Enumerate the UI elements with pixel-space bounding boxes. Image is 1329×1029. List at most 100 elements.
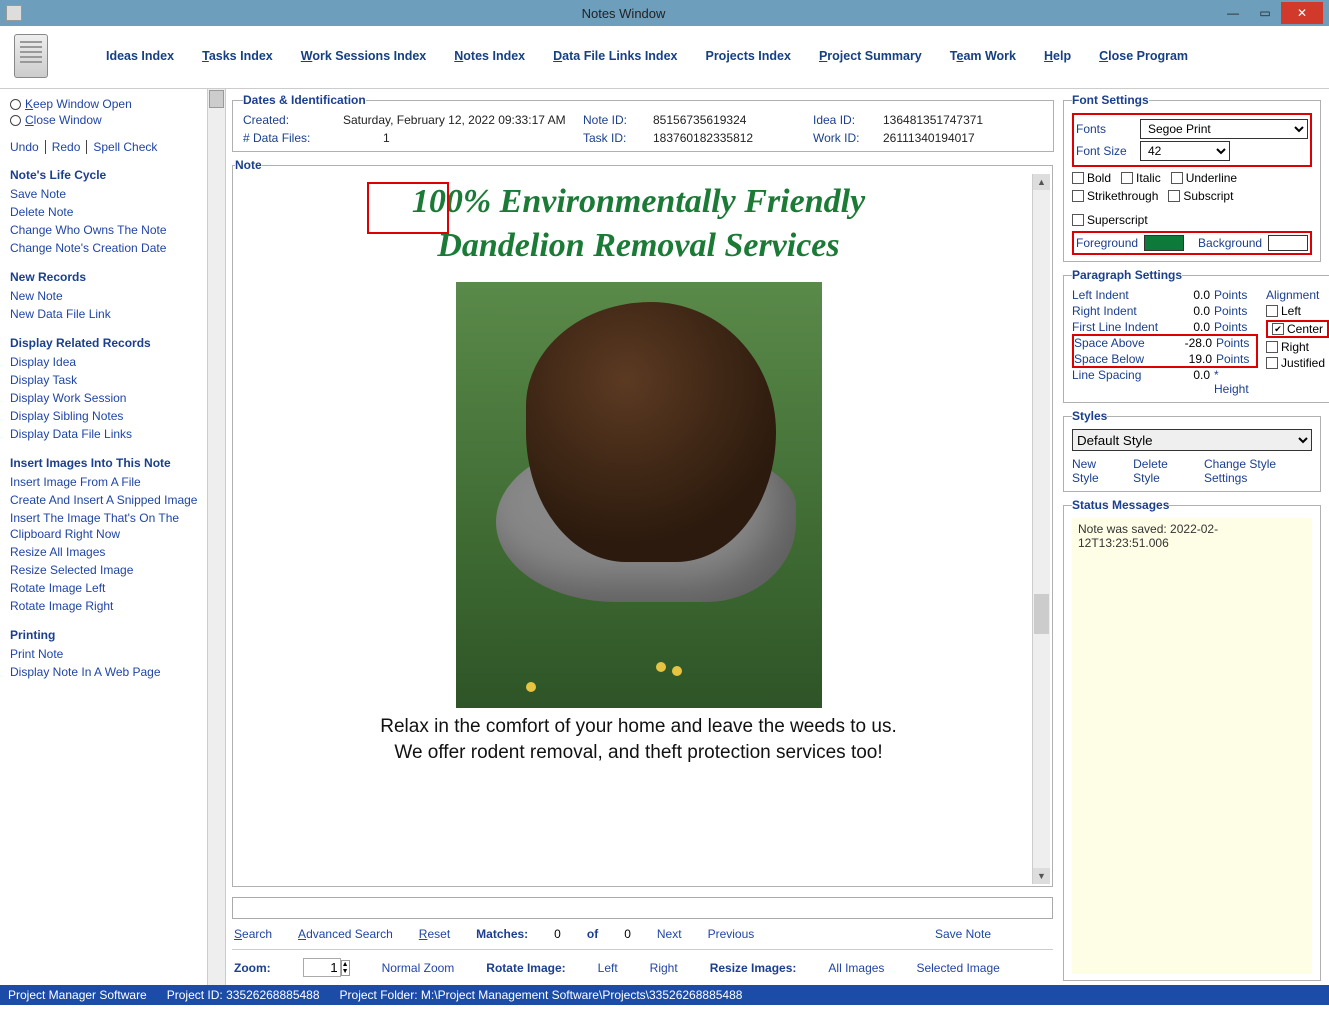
menu-data-file-links-index[interactable]: Data File Links Index bbox=[553, 49, 677, 63]
legend-styles: Styles bbox=[1072, 409, 1107, 423]
checkbox-align-left[interactable]: Left bbox=[1266, 304, 1329, 318]
link-change-owner[interactable]: Change Who Owns The Note bbox=[10, 222, 201, 238]
link-display-idea[interactable]: Display Idea bbox=[10, 354, 201, 370]
rotate-image-label: Rotate Image: bbox=[486, 961, 565, 975]
link-change-style[interactable]: Change Style Settings bbox=[1204, 457, 1312, 485]
advanced-search-link[interactable]: Advanced Search bbox=[298, 927, 393, 941]
panel-note: Note 100% Environmentally Friendly Dande… bbox=[232, 158, 1053, 887]
menu-project-summary[interactable]: Project Summary bbox=[819, 49, 922, 63]
link-insert-image-file[interactable]: Insert Image From A File bbox=[10, 474, 201, 490]
close-window-button[interactable]: ✕ bbox=[1281, 2, 1323, 24]
window-title: Notes Window bbox=[30, 6, 1217, 21]
zoom-down-icon[interactable]: ▼ bbox=[342, 968, 349, 975]
link-resize-all-images[interactable]: Resize All Images bbox=[10, 544, 201, 560]
footer-project-folder-label: Project Folder: bbox=[340, 988, 418, 1002]
redo-link[interactable]: Redo bbox=[46, 140, 88, 154]
link-display-web-page[interactable]: Display Note In A Web Page bbox=[10, 664, 201, 680]
link-insert-snipped-image[interactable]: Create And Insert A Snipped Image bbox=[10, 492, 201, 508]
footer-project-id-value: 33526268885488 bbox=[226, 988, 319, 1002]
reset-link[interactable]: Reset bbox=[419, 927, 450, 941]
menu-ideas-index[interactable]: Ideas Index bbox=[106, 49, 174, 63]
zoom-controls: Zoom: ▲▼ Normal Zoom Rotate Image: Left … bbox=[232, 949, 1053, 981]
save-note-link[interactable]: Save Note bbox=[935, 927, 991, 941]
resize-all-link[interactable]: All Images bbox=[828, 961, 884, 975]
next-link[interactable]: Next bbox=[657, 927, 682, 941]
label-first-line-indent: First Line Indent bbox=[1072, 320, 1164, 334]
radio-keep-window-open[interactable]: Keep Window Open bbox=[10, 97, 201, 111]
search-controls: Search Advanced Search Reset Matches: 0 … bbox=[232, 923, 1053, 945]
panel-styles: Styles Default Style New Style Delete St… bbox=[1063, 409, 1321, 492]
value-space-below: 19.0 bbox=[1170, 352, 1212, 366]
normal-zoom-link[interactable]: Normal Zoom bbox=[382, 961, 455, 975]
link-save-note[interactable]: Save Note bbox=[10, 186, 201, 202]
resize-selected-link[interactable]: Selected Image bbox=[916, 961, 999, 975]
checkbox-italic[interactable]: Italic bbox=[1121, 171, 1161, 185]
app-logo-icon bbox=[14, 34, 48, 78]
styles-select[interactable]: Default Style bbox=[1072, 429, 1312, 451]
label-font-size: Font Size bbox=[1076, 144, 1134, 158]
menu-projects-index[interactable]: Projects Index bbox=[705, 49, 790, 63]
previous-link[interactable]: Previous bbox=[708, 927, 755, 941]
zoom-input[interactable] bbox=[303, 958, 341, 977]
value-right-indent: 0.0 bbox=[1168, 304, 1210, 318]
minimize-button[interactable]: — bbox=[1217, 2, 1249, 24]
menu-tasks-index[interactable]: Tasks Index bbox=[202, 49, 273, 63]
checkbox-underline[interactable]: Underline bbox=[1171, 171, 1237, 185]
checkbox-align-center[interactable]: ✔Center bbox=[1272, 322, 1323, 336]
checkbox-strikethrough[interactable]: Strikethrough bbox=[1072, 189, 1158, 203]
value-created: Saturday, February 12, 2022 09:33:17 AM bbox=[343, 113, 583, 127]
search-input[interactable] bbox=[232, 897, 1053, 919]
link-new-data-file-link[interactable]: New Data File Link bbox=[10, 306, 201, 322]
spell-check-link[interactable]: Spell Check bbox=[87, 140, 163, 154]
menu-notes-index[interactable]: Notes Index bbox=[454, 49, 525, 63]
link-display-task[interactable]: Display Task bbox=[10, 372, 201, 388]
matches-count-2: 0 bbox=[624, 927, 631, 941]
link-change-date[interactable]: Change Note's Creation Date bbox=[10, 240, 201, 256]
highlight-frame bbox=[367, 182, 449, 234]
foreground-color-swatch[interactable] bbox=[1144, 235, 1184, 251]
value-space-above: -28.0 bbox=[1170, 336, 1212, 350]
checkbox-align-right[interactable]: Right bbox=[1266, 340, 1329, 354]
group-life-cycle: Note's Life Cycle bbox=[10, 168, 201, 182]
menu-team-work[interactable]: Team Work bbox=[950, 49, 1016, 63]
rotate-left-link[interactable]: Left bbox=[598, 961, 618, 975]
checkbox-superscript[interactable]: Superscript bbox=[1072, 213, 1148, 227]
search-link[interactable]: Search bbox=[234, 927, 272, 941]
link-rotate-image-right[interactable]: Rotate Image Right bbox=[10, 598, 201, 614]
background-color-swatch[interactable] bbox=[1268, 235, 1308, 251]
menu-work-sessions-index[interactable]: Work Sessions Index bbox=[301, 49, 427, 63]
fonts-select[interactable]: Segoe Print bbox=[1140, 119, 1308, 139]
zoom-up-icon[interactable]: ▲ bbox=[342, 961, 349, 968]
link-delete-note[interactable]: Delete Note bbox=[10, 204, 201, 220]
link-insert-clipboard-image[interactable]: Insert The Image That's On The Clipboard… bbox=[10, 510, 201, 542]
link-new-style[interactable]: New Style bbox=[1072, 457, 1121, 485]
checkbox-bold[interactable]: Bold bbox=[1072, 171, 1111, 185]
value-task-id: 183760182335812 bbox=[653, 131, 813, 145]
link-rotate-image-left[interactable]: Rotate Image Left bbox=[10, 580, 201, 596]
menu-help[interactable]: Help bbox=[1044, 49, 1071, 63]
link-display-work-session[interactable]: Display Work Session bbox=[10, 390, 201, 406]
checkbox-subscript[interactable]: Subscript bbox=[1168, 189, 1233, 203]
status-bar: Project Manager Software Project ID: 335… bbox=[0, 985, 1329, 1005]
link-new-note[interactable]: New Note bbox=[10, 288, 201, 304]
note-editor[interactable]: 100% Environmentally Friendly Dandelion … bbox=[235, 174, 1032, 884]
sidebar-scrollbar[interactable] bbox=[207, 89, 226, 985]
maximize-button[interactable]: ▭ bbox=[1249, 2, 1281, 24]
note-scrollbar[interactable]: ▲ ▼ bbox=[1032, 174, 1050, 884]
rotate-right-link[interactable]: Right bbox=[650, 961, 678, 975]
link-resize-selected-image[interactable]: Resize Selected Image bbox=[10, 562, 201, 578]
link-display-sibling-notes[interactable]: Display Sibling Notes bbox=[10, 408, 201, 424]
label-space-above: Space Above bbox=[1074, 336, 1166, 350]
panel-paragraph-settings: Paragraph Settings Left Indent0.0Points … bbox=[1063, 268, 1329, 403]
radio-close-window[interactable]: Close Window bbox=[10, 113, 201, 127]
link-delete-style[interactable]: Delete Style bbox=[1133, 457, 1192, 485]
checkbox-align-justified[interactable]: Justified bbox=[1266, 356, 1329, 370]
matches-label: Matches: bbox=[476, 927, 528, 941]
link-display-data-file-links[interactable]: Display Data File Links bbox=[10, 426, 201, 442]
link-print-note[interactable]: Print Note bbox=[10, 646, 201, 662]
font-size-select[interactable]: 42 bbox=[1140, 141, 1230, 161]
undo-link[interactable]: Undo bbox=[10, 140, 46, 154]
legend-paragraph: Paragraph Settings bbox=[1072, 268, 1182, 282]
menu-close-program[interactable]: Close Program bbox=[1099, 49, 1188, 63]
label-task-id: Task ID: bbox=[583, 131, 653, 145]
